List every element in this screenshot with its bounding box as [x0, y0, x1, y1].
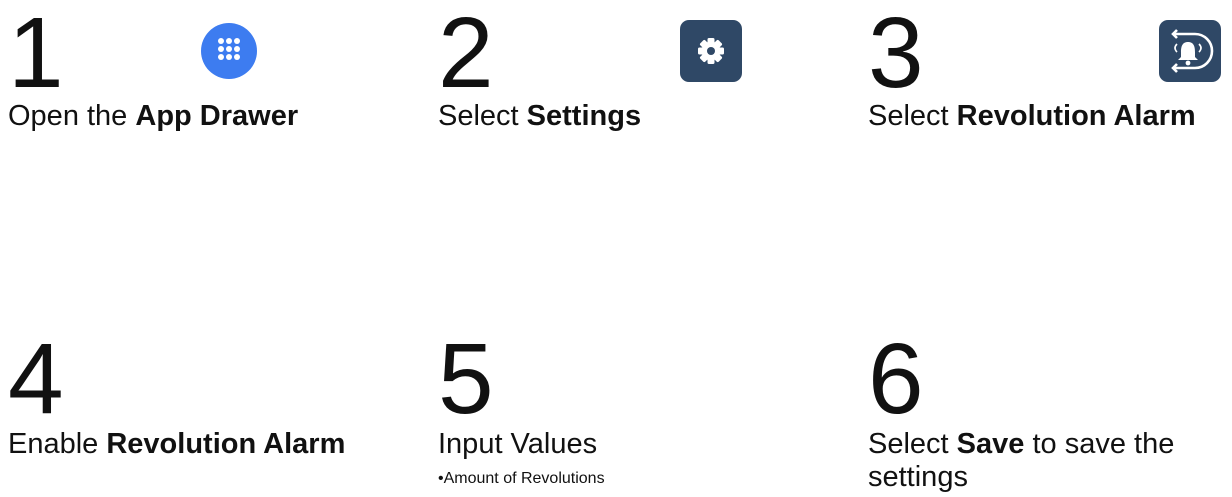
bullet-item: •Amount of Revolutions	[438, 470, 605, 487]
step-6: 6 Select Save to save the settings	[868, 323, 1232, 496]
step-2: 2 Select Settings	[438, 0, 838, 140]
step-1: 1 Open the App Drawer	[8, 0, 408, 140]
step-number: 3	[868, 0, 924, 109]
step-number: 2	[438, 0, 494, 109]
step-5: 5 Input Values •Amount of Revolutions	[438, 323, 838, 496]
step-label: Input Values	[438, 428, 598, 460]
revolution-alarm-icon	[1159, 20, 1221, 82]
step-label: Select Revolution Alarm	[868, 100, 1196, 132]
step-label: Select Save to save the	[868, 428, 1175, 460]
step-3: 3 Select Revolution Alarm	[868, 0, 1232, 140]
apps-grid-icon	[201, 23, 257, 79]
step-4: 4 Enable Revolution Alarm	[8, 323, 408, 466]
step-number: 5	[438, 323, 494, 435]
step-label: Open the App Drawer	[8, 100, 299, 132]
step-number: 6	[868, 323, 924, 435]
step-label: Enable Revolution Alarm	[8, 428, 346, 460]
gear-icon	[680, 20, 742, 82]
step-number: 1	[8, 0, 64, 109]
step-label: Select Settings	[438, 100, 642, 132]
step-number: 4	[8, 323, 64, 435]
step-label-line2: settings	[868, 461, 968, 493]
